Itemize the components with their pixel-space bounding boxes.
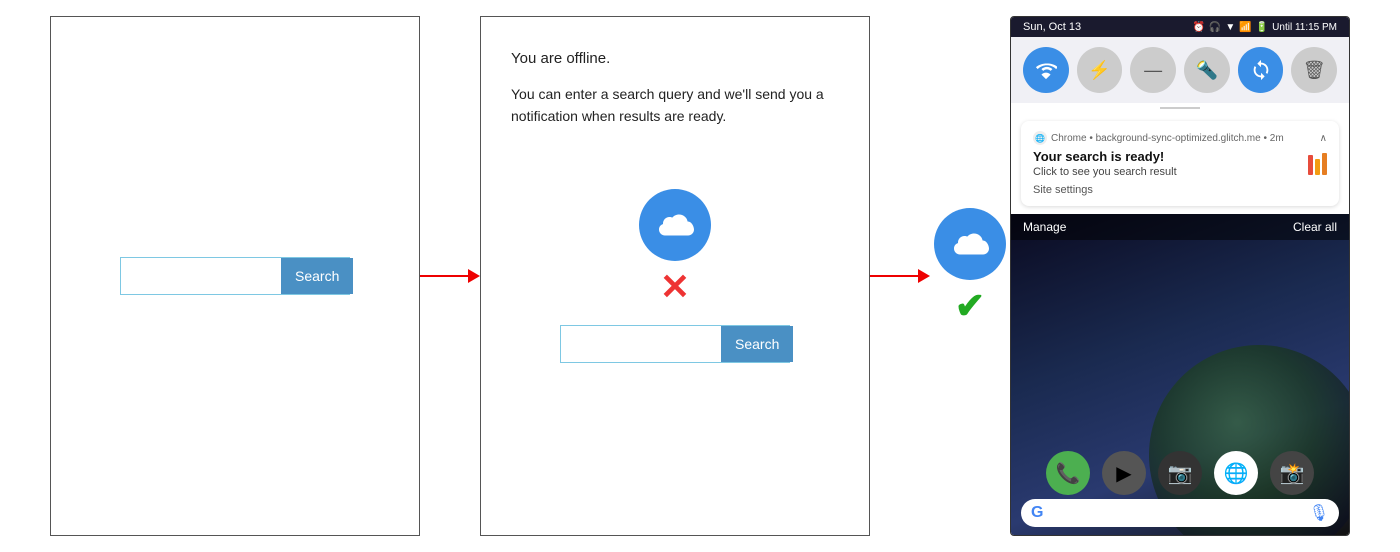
alarm-icon: ⏰ (1192, 22, 1204, 33)
notification-card[interactable]: 🌐 Chrome • background-sync-optimized.gli… (1021, 121, 1339, 206)
check-mark: ✔ (955, 288, 985, 324)
battery-icon: 🔋 (1256, 22, 1268, 33)
arrow-2-line (870, 275, 918, 278)
arrow-1-line (420, 275, 468, 278)
arrow-1 (420, 269, 480, 283)
headphone-icon: 🎧 (1209, 22, 1221, 33)
offline-message: You are offline. You can enter a search … (511, 47, 839, 128)
x-mark: ✕ (660, 269, 690, 305)
notif-header: 🌐 Chrome • background-sync-optimized.gli… (1033, 131, 1327, 145)
manage-button[interactable]: Manage (1023, 220, 1066, 234)
panel-2: You are offline. You can enter a search … (480, 16, 870, 536)
sync-icon (1250, 59, 1272, 81)
search-bar-1: Search (120, 257, 350, 295)
notif-title: Your search is ready! (1033, 149, 1277, 164)
flashlight-icon: 🔦 (1196, 60, 1218, 81)
qs-battery-btn[interactable]: 🗑 (1291, 47, 1337, 93)
android-home: Manage Clear all 📞 ▶ 📷 🌐 📸 G 🎙 (1011, 214, 1349, 535)
arrow-2-container (870, 269, 930, 283)
arrow-2-head (918, 269, 930, 283)
dock-play-icon[interactable]: ▶ (1102, 451, 1146, 495)
manage-clear-bar: Manage Clear all (1011, 214, 1349, 240)
dock-video-icon[interactable]: 📷 (1158, 451, 1202, 495)
notif-collapse-icon[interactable]: ∧ (1320, 133, 1327, 144)
cloud-svg-1 (652, 207, 698, 243)
notif-inner: Your search is ready! Click to see you s… (1033, 149, 1327, 178)
offline-title: You are offline. (511, 47, 839, 71)
panel-1: Search (50, 16, 420, 536)
panel-3-cloud: ✔ (930, 208, 1010, 344)
battery-saver-icon: 🗑 (1303, 60, 1326, 81)
google-g-letter: G (1031, 504, 1043, 522)
panel-2-content: You are offline. You can enter a search … (481, 17, 869, 535)
signal-icon: 📶 (1239, 22, 1251, 33)
main-container: Search You are offline. You can enter a … (0, 0, 1400, 552)
arrow-1-head (468, 269, 480, 283)
dock-chrome-icon[interactable]: 🌐 (1214, 451, 1258, 495)
search-button-2[interactable]: Search (721, 326, 793, 362)
offline-body: You can enter a search query and we'll s… (511, 83, 839, 128)
wifi-icon (1035, 59, 1057, 81)
search-input-1[interactable] (121, 258, 281, 294)
search-button-1[interactable]: Search (281, 258, 353, 294)
search-bar-2: Search (560, 325, 790, 363)
arrow-1-container (420, 269, 480, 283)
wifi-status-icon: ▼ (1225, 22, 1235, 33)
bluetooth-icon: ⚡ (1088, 60, 1110, 81)
qs-wifi-btn[interactable] (1023, 47, 1069, 93)
notif-body: Click to see you search result (1033, 166, 1277, 178)
qs-flashlight-btn[interactable]: 🔦 (1184, 47, 1230, 93)
quick-settings: ⚡ — 🔦 🗑 (1011, 37, 1349, 103)
qs-bluetooth-btn[interactable]: ⚡ (1077, 47, 1123, 93)
qs-sync-btn[interactable] (1238, 47, 1284, 93)
dock-phone-icon[interactable]: 📞 (1046, 451, 1090, 495)
search-input-2[interactable] (561, 326, 721, 362)
qs-dnd-btn[interactable]: — (1130, 47, 1176, 93)
status-bar: Sun, Oct 13 ⏰ 🎧 ▼ 📶 🔋 Until 11:15 PM (1011, 17, 1349, 37)
site-settings-link[interactable]: Site settings (1033, 184, 1327, 196)
status-icons: ⏰ 🎧 ▼ 📶 🔋 Until 11:15 PM (1192, 22, 1337, 33)
dnd-icon: — (1144, 60, 1162, 81)
google-search-bar[interactable]: G 🎙 (1021, 499, 1339, 527)
qs-divider (1160, 107, 1200, 109)
clear-all-button[interactable]: Clear all (1293, 220, 1337, 234)
dock-camera-icon[interactable]: 📸 (1270, 451, 1314, 495)
status-date: Sun, Oct 13 (1023, 21, 1081, 33)
cloud-icon-1 (639, 189, 711, 261)
cloud-svg-2 (947, 226, 993, 262)
android-panel: Sun, Oct 13 ⏰ 🎧 ▼ 📶 🔋 Until 11:15 PM ⚡ (1010, 16, 1350, 536)
notif-book-icon (1308, 153, 1327, 175)
notif-source: Chrome • background-sync-optimized.glitc… (1051, 133, 1284, 144)
dock-icons: 📞 ▶ 📷 🌐 📸 (1011, 451, 1349, 495)
notif-header-left: 🌐 Chrome • background-sync-optimized.gli… (1033, 131, 1284, 145)
battery-label: Until 11:15 PM (1272, 22, 1337, 33)
arrow-2 (870, 269, 930, 283)
chrome-notif-icon: 🌐 (1033, 131, 1047, 145)
cloud-icon-2 (934, 208, 1006, 280)
google-mic-icon[interactable]: 🎙 (1309, 503, 1329, 523)
